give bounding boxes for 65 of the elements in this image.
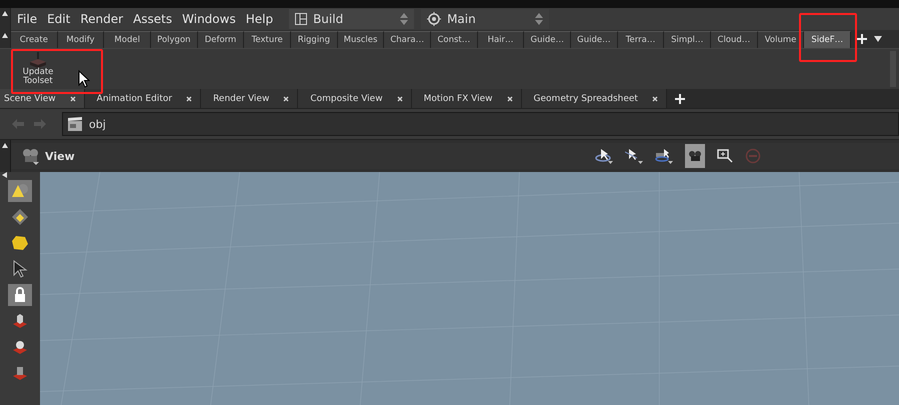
shelf-tab[interactable]: Polygon xyxy=(151,30,198,48)
menu-item[interactable]: File xyxy=(17,12,38,26)
pane-tab[interactable]: Composite View xyxy=(298,89,412,108)
dropdown-arrow-icon[interactable] xyxy=(874,36,882,42)
shelf-tab[interactable]: Muscles xyxy=(338,30,384,48)
select-arrow-icon[interactable] xyxy=(624,148,643,164)
menu-item[interactable]: Edit xyxy=(47,12,70,26)
clapperboard-icon xyxy=(67,116,83,132)
cube-icon xyxy=(11,312,29,330)
add-pane-tab-button[interactable] xyxy=(674,94,685,104)
mouse-cursor-icon xyxy=(78,70,90,88)
add-tab-button[interactable] xyxy=(857,34,867,44)
close-icon[interactable] xyxy=(283,96,290,102)
pane-tab[interactable]: Animation Editor xyxy=(84,89,202,108)
shelf-tab[interactable]: Guide… xyxy=(571,30,618,48)
shelf-tab[interactable]: Modify xyxy=(58,30,104,48)
shelf-tab[interactable]: Const… xyxy=(431,30,478,48)
layout-icon xyxy=(295,13,308,25)
orbit-select-icon[interactable] xyxy=(594,148,613,164)
shelf-tab[interactable]: Deform xyxy=(198,30,244,48)
sphere-icon xyxy=(11,338,29,356)
highlight-frame xyxy=(799,13,857,62)
collapse-arrow-icon[interactable] xyxy=(2,11,8,16)
close-icon[interactable] xyxy=(396,96,403,102)
close-icon[interactable] xyxy=(186,96,192,102)
shelf-tab[interactable]: Chara… xyxy=(384,30,432,48)
menu-item[interactable]: Windows xyxy=(182,12,236,26)
shelf-tab[interactable]: SideF… xyxy=(804,30,852,48)
shelf-tab[interactable]: Create xyxy=(11,30,58,48)
close-icon[interactable] xyxy=(652,96,658,102)
pane-tab[interactable]: Scene View xyxy=(0,89,85,108)
pane-tab[interactable]: Geometry Spreadsheet xyxy=(522,89,667,108)
menu-item[interactable]: Render xyxy=(80,12,124,26)
desktop-dropdown[interactable]: Build xyxy=(289,9,414,29)
shelf-tab[interactable]: Cloud… xyxy=(711,30,758,48)
lock-tool-button[interactable] xyxy=(8,284,32,306)
diamond-icon xyxy=(11,208,29,226)
shelf-tab[interactable]: Terra… xyxy=(618,30,664,48)
shelf-tab[interactable]: Rigging xyxy=(291,30,338,48)
shelf-tab[interactable]: Guide… xyxy=(524,30,572,48)
shelf-tool[interactable]: Update Toolset xyxy=(18,52,58,86)
close-icon[interactable] xyxy=(70,96,76,102)
shapes-icon xyxy=(11,182,29,200)
shelf-tab[interactable]: Texture xyxy=(244,30,292,48)
spinner-arrows-icon xyxy=(400,13,408,25)
spinner-arrows-icon xyxy=(535,13,544,25)
pane-tab[interactable]: Motion FX View xyxy=(412,89,522,108)
viewer-title: View xyxy=(45,150,75,162)
shelf-tab[interactable]: Model xyxy=(104,30,152,48)
pointer-icon xyxy=(11,260,29,278)
path-field[interactable]: obj xyxy=(62,112,899,136)
joystick-icon xyxy=(28,52,48,68)
menu-item[interactable]: Assets xyxy=(133,12,172,26)
pane-tab[interactable]: Render View xyxy=(201,89,298,108)
target-icon xyxy=(427,12,442,26)
shelf-tab[interactable]: Volume xyxy=(758,30,804,48)
camera-mode-button[interactable] xyxy=(684,144,705,168)
close-icon[interactable] xyxy=(506,96,513,102)
shelf-tab[interactable]: Simpl… xyxy=(664,30,712,48)
zoom-frame-icon[interactable] xyxy=(716,148,733,164)
transform-select-icon[interactable] xyxy=(654,148,673,164)
hexagon-icon xyxy=(11,234,29,252)
context-dropdown[interactable]: Main xyxy=(421,9,550,29)
shelf-tab[interactable]: Hair… xyxy=(478,30,524,48)
menu-item[interactable]: Help xyxy=(246,12,274,26)
